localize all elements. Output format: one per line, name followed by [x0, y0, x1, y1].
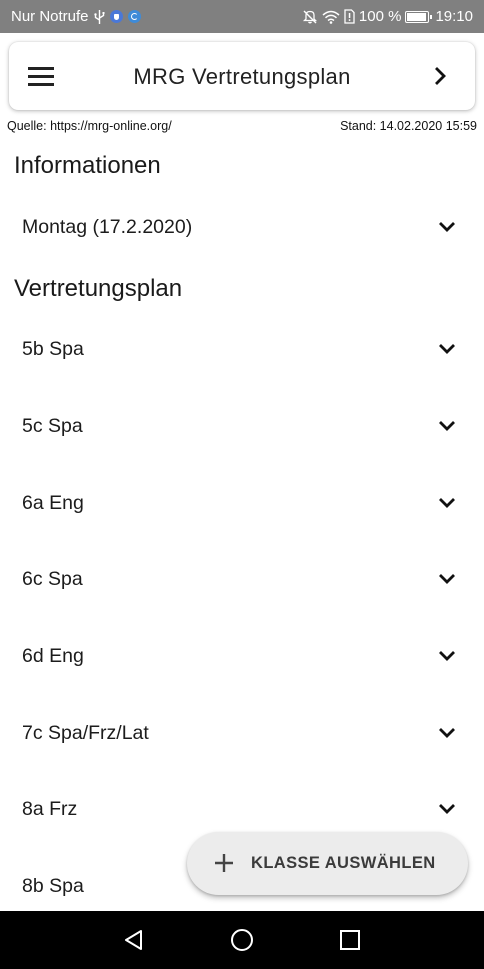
class-item-8a[interactable]: 8a Frz — [0, 781, 484, 837]
battery-percent: 100 % — [358, 8, 402, 25]
informationen-heading: Informationen — [14, 152, 161, 179]
square-recents-icon[interactable] — [338, 928, 362, 952]
list-item-label: 5c Spa — [22, 414, 83, 437]
system-nav-bar — [0, 911, 484, 969]
sync-icon — [127, 10, 141, 23]
class-item-6d[interactable]: 6d Eng — [0, 628, 484, 684]
list-item-label: 6c Spa — [22, 567, 83, 590]
source-link[interactable]: Quelle: https://mrg-online.org/ — [7, 119, 172, 133]
list-item-label: 8a Frz — [22, 797, 78, 820]
list-item-label: 7c Spa/Frz/Lat — [22, 721, 149, 744]
app-bar: MRG Vertretungsplan — [9, 42, 475, 110]
chevron-down-icon — [439, 574, 455, 584]
class-item-6a[interactable]: 6a Eng — [0, 475, 484, 531]
status-bar: Nur Notrufe 100 % 19:10 — [0, 0, 484, 33]
select-class-button[interactable]: KLASSE AUSWÄHLEN — [187, 832, 468, 895]
status-right: 100 % 19:10 — [302, 8, 473, 25]
select-class-label: KLASSE AUSWÄHLEN — [251, 854, 436, 872]
chevron-down-icon — [439, 804, 455, 814]
chevron-down-icon — [439, 421, 455, 431]
plus-icon — [215, 854, 233, 872]
meta-line: Quelle: https://mrg-online.org/ Stand: 1… — [7, 119, 477, 133]
chevron-right-icon[interactable] — [431, 66, 451, 86]
muted-vibrate-icon — [302, 9, 318, 25]
chevron-down-icon — [439, 728, 455, 738]
class-item-5c[interactable]: 5c Spa — [0, 398, 484, 454]
class-item-7c[interactable]: 7c Spa/Frz/Lat — [0, 705, 484, 761]
chevron-down-icon — [439, 498, 455, 508]
chevron-down-icon — [439, 651, 455, 661]
list-item-label: Montag (17.2.2020) — [22, 215, 193, 238]
vertretungsplan-heading: Vertretungsplan — [14, 275, 183, 302]
list-item-label: 6a Eng — [22, 491, 84, 514]
list-item-label: 8b Spa — [22, 874, 84, 897]
battery-icon — [405, 10, 433, 23]
class-item-5b[interactable]: 5b Spa — [0, 321, 484, 377]
status-left: Nur Notrufe — [11, 8, 141, 25]
carrier-text: Nur Notrufe — [11, 8, 89, 25]
usb-icon — [93, 9, 105, 24]
shield-icon — [109, 10, 123, 23]
clock-time: 19:10 — [435, 8, 473, 25]
chevron-down-icon — [439, 344, 455, 354]
list-item-label: 5b Spa — [22, 337, 84, 360]
class-item-6c[interactable]: 6c Spa — [0, 551, 484, 607]
wifi-icon — [322, 10, 340, 24]
triangle-back-icon[interactable] — [122, 928, 146, 952]
circle-home-icon[interactable] — [230, 928, 254, 952]
sim-alert-icon — [344, 9, 355, 24]
app-title: MRG Vertretungsplan — [133, 64, 351, 89]
info-item-montag[interactable]: Montag (17.2.2020) — [0, 199, 484, 255]
chevron-down-icon — [439, 222, 455, 232]
updated-timestamp: Stand: 14.02.2020 15:59 — [340, 119, 477, 133]
list-item-label: 6d Eng — [22, 644, 84, 667]
